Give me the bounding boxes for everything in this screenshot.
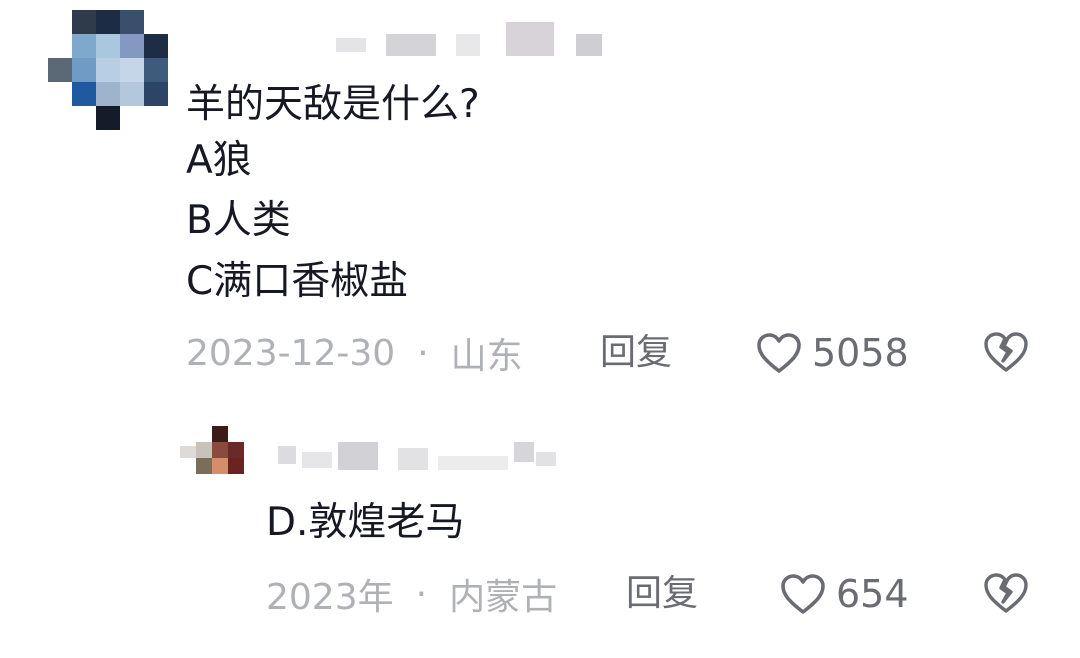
replier-name-blurred[interactable] [278,442,560,474]
replier-avatar[interactable] [180,426,248,478]
comment-line-option-b: B人类 [186,198,291,243]
broken-heart-icon[interactable] [982,571,1030,615]
comment-meta: 2023-12-30 · 山东 [186,328,523,378]
reply-location: 内蒙古 [449,577,558,618]
reply-like-count: 654 [836,572,909,616]
meta-separator: · [415,573,428,615]
comment-location: 山东 [450,336,523,377]
reply-meta: 2023年 · 内蒙古 [266,569,557,619]
heart-outline-icon [757,333,801,373]
commenter-avatar[interactable] [48,10,170,130]
comment-line-question: 羊的天敌是什么? [186,82,480,127]
reply-like-button[interactable]: 654 [780,569,909,619]
reply-reply-button[interactable]: 回复 [626,569,698,619]
comment-date: 2023-12-30 [186,332,396,374]
broken-heart-icon[interactable] [982,330,1030,374]
reply-date: 2023年 [266,577,394,618]
comment-like-count: 5058 [812,331,909,375]
commenter-name-blurred[interactable] [336,22,606,60]
comment-reply-button[interactable]: 回复 [600,328,672,378]
heart-outline-icon [781,574,825,614]
comment-line-option-a: A狼 [186,138,252,183]
comment-like-button[interactable]: 5058 [756,328,909,378]
reply-text: D.敦煌老马 [266,500,465,545]
comment-line-option-c: C满口香椒盐 [186,259,409,304]
meta-separator: · [417,332,429,374]
